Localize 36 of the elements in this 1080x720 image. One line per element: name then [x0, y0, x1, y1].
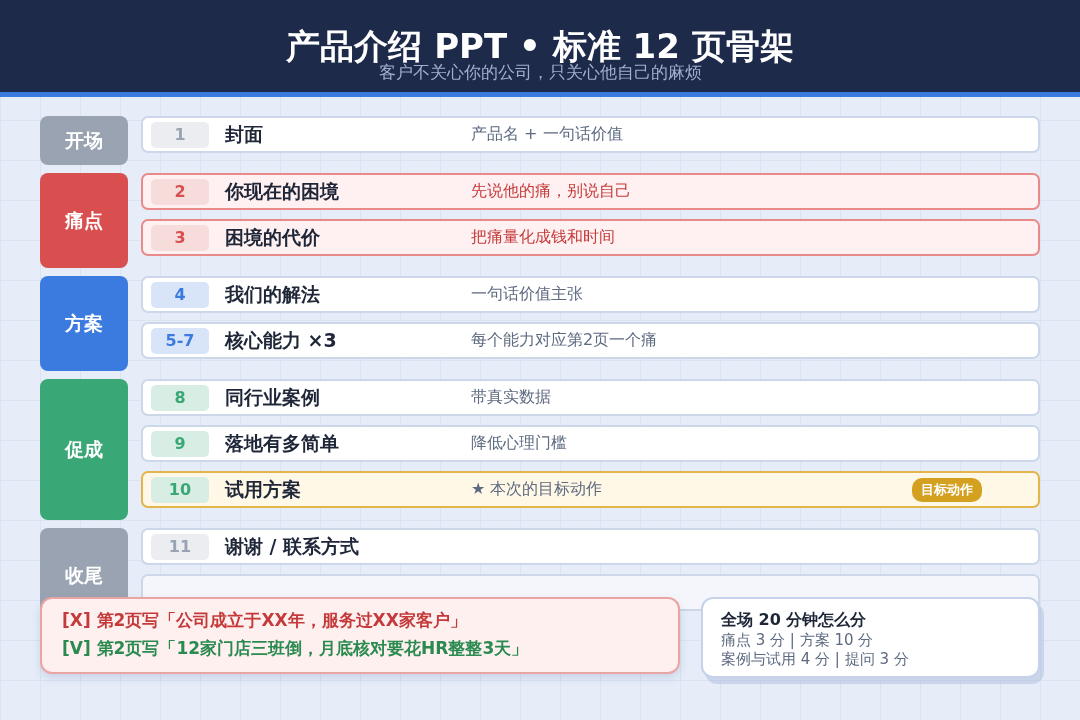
goal-badge: 目标动作 [912, 478, 982, 502]
example-line: [V] 第2页写「12家门店三班倒，月底核对要花HR整整3天」 [62, 637, 530, 659]
slide-title: 你现在的困境 [225, 178, 340, 204]
timing-title: 全场 20 分钟怎么分 [721, 609, 868, 631]
slide-title: 同行业案例 [225, 384, 321, 410]
page-number: 4 [151, 281, 209, 308]
section-tag: 痛点 [40, 173, 128, 268]
slide-title: 核心能力 ×3 [225, 327, 338, 353]
page-number: 1 [151, 121, 209, 148]
slide-title: 落地有多简单 [225, 430, 340, 456]
slide-note: 产品名 + 一句话价值 [471, 124, 623, 145]
slide-note: 带真实数据 [471, 387, 551, 408]
timing-line: 痛点 3 分 | 方案 10 分 [721, 631, 875, 650]
slide-note: 降低心理门槛 [471, 433, 567, 454]
slide-note: ★ 本次的目标动作 [471, 479, 603, 500]
page-number: 9 [151, 430, 209, 457]
section-tag: 促成 [40, 379, 128, 520]
slide-title: 试用方案 [225, 476, 302, 502]
section-tag: 开场 [40, 116, 128, 165]
page-number: 11 [151, 533, 209, 560]
page-number: 5-7 [151, 327, 209, 354]
page-number: 8 [151, 384, 209, 411]
slide-title: 谢谢 / 联系方式 [225, 533, 361, 559]
slide-note: 每个能力对应第2页一个痛 [471, 330, 658, 351]
page-number: 2 [151, 178, 209, 205]
page-number: 3 [151, 224, 209, 251]
slide-note: 先说他的痛，别说自己 [471, 181, 631, 202]
slide-title: 封面 [225, 121, 264, 147]
timing-line: 案例与试用 4 分 | 提问 3 分 [721, 650, 910, 669]
page-number: 10 [151, 476, 209, 503]
page-subtitle: 客户不关心你的公司，只关心他自己的麻烦 [378, 62, 702, 82]
slide-note: 一句话价值主张 [471, 284, 583, 305]
slide-note: 把痛量化成钱和时间 [471, 227, 615, 248]
section-tag: 方案 [40, 276, 128, 371]
slide-title: 我们的解法 [225, 281, 321, 307]
slide-title: 困境的代价 [225, 224, 321, 250]
